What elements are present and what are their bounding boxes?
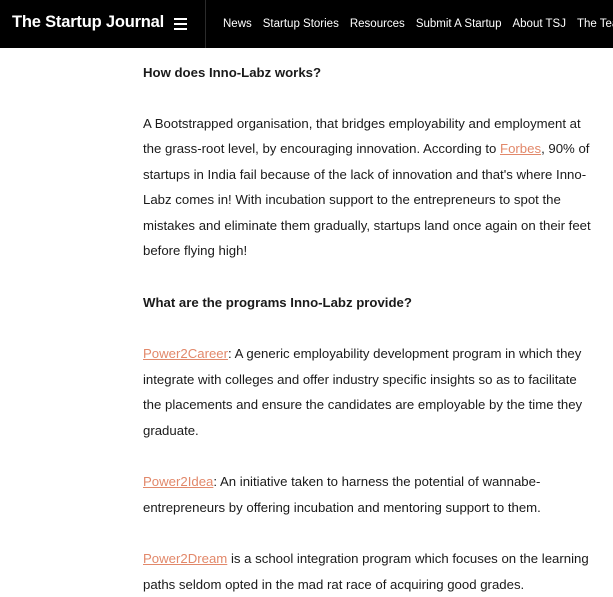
paragraph-power2idea: Power2Idea: An initiative taken to harne… <box>143 469 591 520</box>
paragraph-power2career: Power2Career: A generic employability de… <box>143 341 591 443</box>
nav-item-about-tsj[interactable]: About TSJ <box>512 18 566 30</box>
site-logo-title[interactable]: The Startup Journal <box>12 13 164 32</box>
hamburger-menu-icon[interactable] <box>174 16 187 30</box>
nav-item-startup-stories[interactable]: Startup Stories <box>263 18 339 30</box>
nav-item-resources[interactable]: Resources <box>350 18 405 30</box>
paragraph-power2dream: Power2Dream is a school integration prog… <box>143 546 591 597</box>
article-body: How does Inno-Labz works? A Bootstrapped… <box>143 60 591 597</box>
section-heading-programs: What are the programs Inno-Labz provide? <box>143 294 412 310</box>
paragraph-intro: A Bootstrapped organisation, that bridge… <box>143 111 591 264</box>
power2dream-link[interactable]: Power2Dream <box>143 551 227 566</box>
power2career-link[interactable]: Power2Career <box>143 346 228 361</box>
section-heading-how-it-works: How does Inno-Labz works? <box>143 65 322 80</box>
main-nav: News Startup Stories Resources Submit A … <box>223 0 613 48</box>
forbes-link[interactable]: Forbes <box>500 141 541 156</box>
top-navbar: The Startup Journal News Startup Stories… <box>0 0 613 48</box>
nav-divider <box>205 0 206 48</box>
nav-item-the-team[interactable]: The Team <box>577 18 613 30</box>
paragraph-text: , 90% of startups in India fail because … <box>143 141 591 258</box>
power2idea-link[interactable]: Power2Idea <box>143 474 213 489</box>
nav-item-submit-a-startup[interactable]: Submit A Startup <box>416 18 502 30</box>
nav-item-news[interactable]: News <box>223 18 252 30</box>
